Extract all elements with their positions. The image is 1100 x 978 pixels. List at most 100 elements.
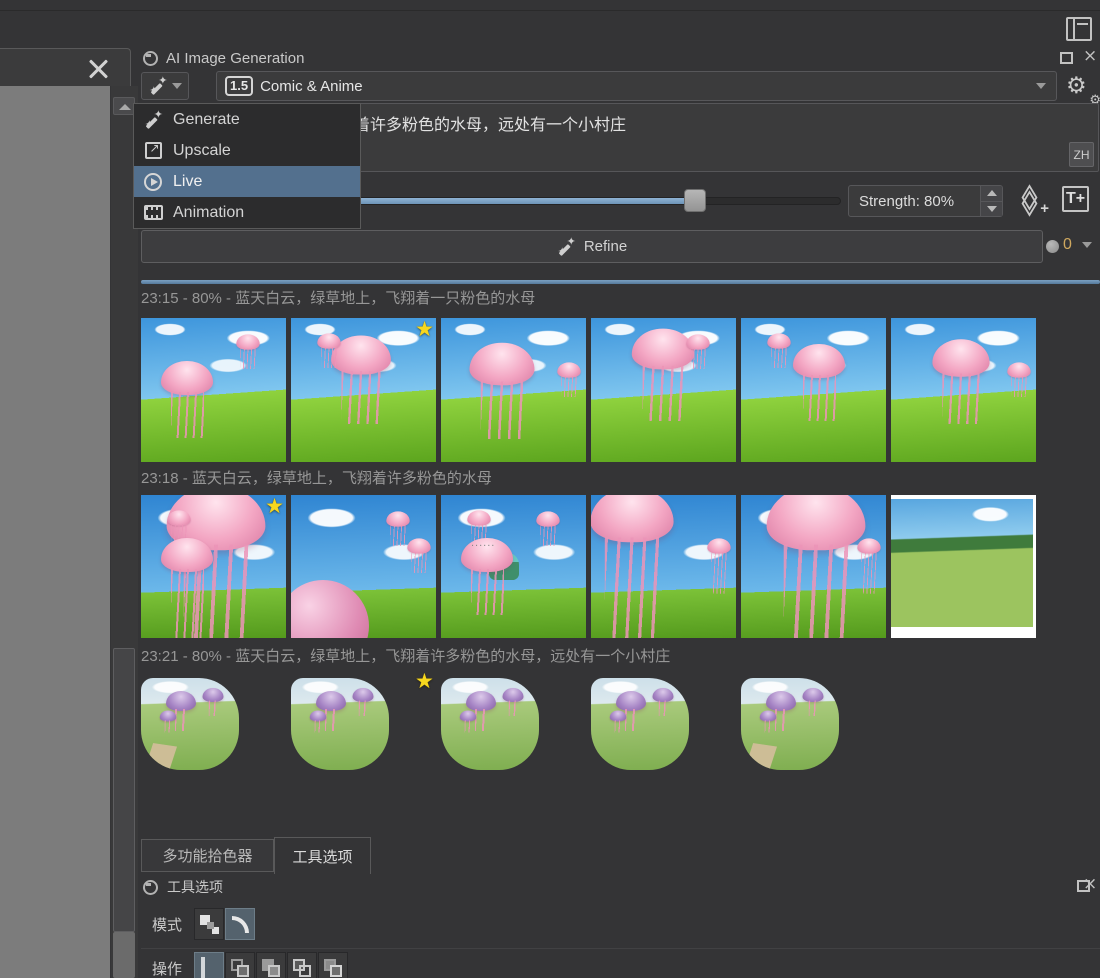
left-tool-panel (0, 48, 131, 86)
action-buttons (194, 952, 348, 978)
scrollbar-thumb-bottom[interactable] (113, 932, 135, 978)
action-symdiff-button[interactable] (318, 952, 348, 978)
jellyfish-shape (707, 539, 730, 554)
plus-icon: + (1040, 203, 1049, 215)
spin-down-button[interactable] (981, 202, 1002, 217)
jellyfish-shape (1007, 362, 1030, 377)
jellyfish-shape (236, 335, 259, 350)
language-badge[interactable]: ZH (1069, 142, 1094, 167)
jellyfish-shape (310, 710, 327, 721)
strength-value: Strength: 80% (849, 193, 980, 210)
thumbnail-row: ★ (141, 318, 1036, 462)
tool-options-title: 工具选项 (167, 877, 223, 897)
progress-bar (141, 280, 1100, 284)
settings-button[interactable]: ⚙ ⚙ (1066, 74, 1100, 104)
strength-spinbox[interactable]: Strength: 80% (848, 185, 1003, 217)
favorite-star-icon[interactable]: ★ (415, 319, 434, 340)
result-thumbnail[interactable] (741, 318, 886, 462)
result-thumbnail[interactable] (441, 318, 586, 462)
refine-button[interactable]: Refine (141, 230, 1043, 263)
result-thumbnail[interactable] (591, 495, 736, 638)
jellyfish-shape (460, 710, 477, 721)
result-thumbnail[interactable] (591, 318, 736, 462)
jellyfish-shape (466, 691, 496, 711)
action-subtract-button[interactable] (287, 952, 317, 978)
add-control-layer-button[interactable]: + (1016, 186, 1048, 216)
scroll-up-button[interactable] (113, 97, 135, 115)
result-thumbnail[interactable] (141, 678, 239, 770)
workspace-chooser-button[interactable] (1063, 13, 1095, 45)
result-thumbnail[interactable] (441, 678, 539, 770)
result-thumbnail[interactable] (741, 678, 839, 770)
tab-color-picker[interactable]: 多功能拾色器 (141, 839, 274, 872)
history-group: 23:21 - 80% - 蓝天白云，绿草地上，飞翔着许多粉色的水母，远处有一个… (141, 645, 839, 770)
jellyfish-shape (316, 691, 346, 711)
style-combobox-value: Comic & Anime (260, 78, 1029, 95)
action-intersect-button[interactable] (225, 952, 255, 978)
replace-selection-icon (201, 957, 205, 978)
jellyfish-shape (616, 691, 646, 711)
path-shape (744, 729, 783, 770)
action-replace-button[interactable] (194, 952, 224, 978)
action-add-button[interactable] (256, 952, 286, 978)
jellyfish-shape (557, 362, 580, 377)
result-thumbnail[interactable]: ★ (141, 495, 286, 638)
style-combobox[interactable]: 1.5 Comic & Anime (216, 71, 1057, 101)
add-text-prompt-button[interactable]: T+ (1060, 184, 1096, 216)
result-thumbnail[interactable] (891, 318, 1036, 462)
tool-options-titlebar: 工具选项 (143, 878, 1043, 896)
section-divider (141, 948, 1100, 949)
result-thumbnail[interactable] (891, 495, 1036, 638)
workspace-mode-button[interactable] (141, 72, 189, 100)
history-group-title: 23:18 - 蓝天白云，绿草地上，飞翔着许多粉色的水母 (141, 467, 1036, 487)
tab-tool-options[interactable]: 工具选项 (274, 837, 371, 874)
intersect-selection-icon (231, 959, 249, 977)
spin-up-button[interactable] (981, 186, 1002, 202)
text-plus-icon: T+ (1062, 186, 1089, 212)
menu-item-label: Animation (173, 204, 244, 222)
favorite-star-icon[interactable]: ★ (265, 496, 284, 517)
jellyfish-shape (591, 495, 673, 542)
menu-item-upscale[interactable]: Upscale (134, 135, 360, 166)
close-docker-icon[interactable]: × (1083, 49, 1097, 63)
result-thumbnail[interactable] (141, 318, 286, 462)
pink-sphere-shape (291, 580, 369, 638)
result-thumbnail[interactable] (291, 678, 389, 770)
generation-history-list: 23:15 - 80% - 蓝天白云，绿草地上，飞翔着一只粉色的水母★23:18… (0, 285, 1100, 838)
menu-item-label: Generate (173, 111, 240, 129)
result-thumbnail[interactable] (741, 495, 886, 638)
queue-dropdown-arrow[interactable] (1082, 242, 1092, 248)
krita-window: AI Image Generation × 1.5 Comic & Anime … (0, 0, 1100, 978)
chevron-down-icon (1036, 83, 1046, 89)
result-thumbnail[interactable]: ★ (291, 318, 436, 462)
float-docker-icon[interactable] (1060, 52, 1073, 64)
result-thumbnail[interactable] (591, 678, 689, 770)
close-docker-icon[interactable]: × (1083, 877, 1097, 891)
history-group: 23:18 - 蓝天白云，绿草地上，飞翔着许多粉色的水母 ★ (141, 467, 1036, 638)
queue-count: 0 (1063, 236, 1072, 254)
mode-antialias-button[interactable] (225, 908, 255, 940)
favorite-star-icon[interactable]: ★ (415, 671, 434, 692)
history-group-title: 23:15 - 80% - 蓝天白云，绿草地上，飞翔着一只粉色的水母 (141, 287, 1036, 307)
menu-item-generate[interactable]: Generate (134, 104, 360, 135)
strength-slider-handle[interactable] (684, 189, 706, 212)
symmetric-difference-icon (324, 959, 342, 977)
result-thumbnail[interactable] (441, 495, 586, 638)
menu-item-animation[interactable]: Animation (134, 197, 360, 228)
mode-row: 模式 (152, 908, 255, 940)
mode-pixel-button[interactable] (194, 908, 224, 940)
play-circle-icon (143, 172, 163, 192)
menu-item-live[interactable]: Live (134, 166, 360, 197)
result-thumbnail[interactable] (291, 495, 436, 638)
jellyfish-shape (686, 335, 709, 350)
ai-docker-titlebar: AI Image Generation (143, 48, 1093, 68)
jellyfish-shape (767, 495, 866, 550)
close-button[interactable] (84, 54, 112, 82)
jellyfish-shape (857, 539, 880, 554)
subtract-selection-icon (293, 959, 311, 977)
docker-lock-icon[interactable] (143, 51, 158, 66)
docker-lock-icon[interactable] (143, 880, 158, 895)
prompt-text: 着许多粉色的水母，远处有一个小村庄 (354, 111, 626, 135)
thumbnail-row: ★ (141, 495, 1036, 638)
film-icon (143, 203, 163, 223)
